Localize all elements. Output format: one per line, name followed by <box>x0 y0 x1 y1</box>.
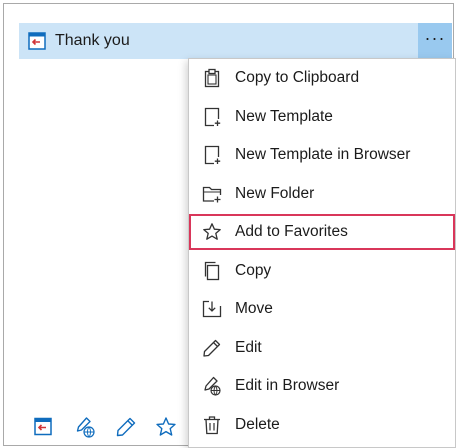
star-icon <box>202 222 222 242</box>
new-folder-icon <box>202 184 222 204</box>
move-icon <box>202 299 222 319</box>
menu-item-delete[interactable]: Delete <box>189 407 455 443</box>
menu-item-copy-to-clipboard[interactable]: Copy to Clipboard <box>189 60 455 96</box>
menu-item-label: Copy to Clipboard <box>235 69 360 86</box>
menu-item-label: Move <box>235 300 273 317</box>
pencil-icon[interactable] <box>115 416 137 438</box>
clipboard-icon <box>202 68 222 88</box>
more-options-button[interactable]: ··· <box>418 23 452 59</box>
menu-item-new-template-in-browser[interactable]: New Template in Browser <box>189 137 455 173</box>
template-item-row[interactable]: Thank you ··· <box>19 23 452 59</box>
trash-icon <box>202 415 222 435</box>
menu-item-edit-in-browser[interactable]: Edit in Browser <box>189 368 455 404</box>
menu-item-label: Add to Favorites <box>235 223 348 240</box>
menu-item-edit[interactable]: Edit <box>189 330 455 366</box>
template-item-title: Thank you <box>55 32 130 49</box>
copy-icon <box>202 261 222 281</box>
pencil-icon <box>202 338 222 358</box>
edit-browser-icon <box>202 376 222 396</box>
menu-item-label: Delete <box>235 416 280 433</box>
insert-template-icon[interactable] <box>33 416 55 438</box>
new-template-browser-icon <box>202 145 222 165</box>
template-icon <box>28 32 46 50</box>
menu-item-new-template[interactable]: New Template <box>189 99 455 135</box>
menu-item-move[interactable]: Move <box>189 291 455 327</box>
star-icon[interactable] <box>155 416 177 438</box>
menu-item-new-folder[interactable]: New Folder <box>189 176 455 212</box>
menu-item-copy[interactable]: Copy <box>189 253 455 289</box>
new-template-icon <box>202 107 222 127</box>
menu-item-label: Edit <box>235 339 262 356</box>
menu-item-label: New Folder <box>235 185 315 202</box>
menu-item-label: Copy <box>235 262 272 279</box>
menu-item-add-to-favorites[interactable]: Add to Favorites <box>189 214 455 250</box>
context-menu: Copy to Clipboard New Template New Templ… <box>188 58 456 448</box>
edit-browser-icon[interactable] <box>74 416 96 438</box>
menu-item-label: Edit in Browser <box>235 377 340 394</box>
menu-item-label: New Template in Browser <box>235 146 411 163</box>
menu-item-label: New Template <box>235 108 333 125</box>
